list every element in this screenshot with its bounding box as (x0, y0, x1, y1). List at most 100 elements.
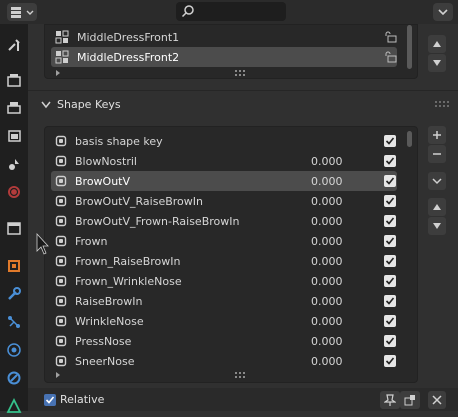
tab-object[interactable] (3, 255, 25, 277)
remove-shape-key-button[interactable] (428, 145, 446, 163)
check-icon (385, 137, 395, 145)
shape-key-icon (55, 235, 67, 247)
move-up-button[interactable] (428, 198, 446, 216)
tab-scene[interactable] (3, 153, 25, 175)
move-down-button[interactable] (428, 54, 446, 72)
shape-key-value[interactable]: 0.000 (311, 215, 343, 228)
check-icon (385, 197, 395, 205)
list-item[interactable]: MiddleDressFront1 (51, 27, 397, 47)
shape-key-value[interactable]: 0.000 (311, 255, 343, 268)
check-icon (385, 257, 395, 265)
shape-key-mute-checkbox[interactable] (384, 335, 396, 347)
tab-modifier[interactable] (3, 283, 25, 305)
tab-physics[interactable] (3, 339, 25, 361)
list-item[interactable]: Frown 0.000 (51, 231, 397, 251)
list-item[interactable]: Frown_WrinkleNose 0.000 (51, 271, 397, 291)
shape-key-mute-checkbox[interactable] (384, 155, 396, 167)
clear-shape-keys-button[interactable] (428, 391, 446, 409)
shape-key-mute-checkbox[interactable] (384, 295, 396, 307)
shape-key-value[interactable]: 0.000 (311, 175, 343, 188)
shape-key-value[interactable]: 0.000 (311, 295, 343, 308)
list-item[interactable]: BlowNostril 0.000 (51, 151, 397, 171)
shape-keys-panel-header[interactable]: Shape Keys (28, 93, 458, 117)
shape-key-value[interactable]: 0.000 (311, 355, 343, 368)
list-item[interactable]: PressNose 0.000 (51, 331, 397, 351)
vertex-group-name: MiddleDressFront2 (77, 50, 180, 64)
move-up-button[interactable] (428, 35, 446, 53)
tool-icon (8, 39, 20, 51)
shape-key-name: Frown_WrinkleNose (75, 274, 182, 288)
lock-icon[interactable] (383, 31, 397, 43)
list-item[interactable]: WrinkleNose 0.000 (51, 311, 397, 331)
expand-arrow-icon[interactable] (54, 69, 62, 77)
shape-key-name: SneerNose (75, 354, 135, 368)
shape-key-name: BrowOutV_RaiseBrowIn (75, 194, 203, 208)
shape-key-value[interactable]: 0.000 (311, 155, 343, 168)
shape-key-value[interactable]: 0.000 (311, 195, 343, 208)
options-dropdown[interactable] (433, 3, 453, 21)
editor-type-button[interactable] (7, 3, 37, 21)
shape-key-value[interactable]: 0.000 (311, 335, 343, 348)
check-icon (45, 396, 55, 404)
tab-data[interactable] (3, 395, 25, 417)
shape-key-mute-checkbox[interactable] (384, 355, 396, 367)
list-item[interactable]: Frown_RaiseBrowIn 0.000 (51, 251, 397, 271)
tab-world[interactable] (3, 181, 25, 203)
move-down-button[interactable] (428, 217, 446, 235)
list-item[interactable]: RaiseBrowIn 0.000 (51, 291, 397, 311)
shape-key-mute-checkbox[interactable] (384, 255, 396, 267)
triangle-up-icon (433, 41, 441, 47)
tab-tool[interactable] (3, 34, 25, 56)
list-item-active[interactable]: MiddleDressFront2 (51, 47, 397, 67)
object-icon (8, 260, 20, 272)
minus-icon (433, 153, 441, 155)
relative-checkbox[interactable] (44, 394, 56, 406)
scrollbar[interactable] (407, 131, 412, 147)
add-shape-key-button[interactable] (428, 126, 446, 144)
list-item-active[interactable]: BrowOutV 0.000 (51, 171, 397, 191)
vertex-group-icon (55, 30, 69, 44)
triangle-up-icon (433, 204, 441, 210)
data-icon (6, 398, 22, 413)
properties-editor-icon (11, 7, 34, 18)
search-input[interactable] (176, 2, 286, 21)
list-item[interactable]: BrowOutV_RaiseBrowIn 0.000 (51, 191, 397, 211)
edit-mode-button[interactable] (400, 391, 420, 409)
list-item[interactable]: SneerNose 0.000 (51, 351, 397, 371)
shape-key-mute-checkbox[interactable] (384, 275, 396, 287)
chevron-down-icon (438, 9, 448, 16)
shape-key-mute-checkbox[interactable] (384, 175, 396, 187)
modifier-icon (8, 287, 21, 300)
shape-key-mute-checkbox[interactable] (384, 235, 396, 247)
drag-handle-icon[interactable] (435, 101, 449, 107)
shape-key-value[interactable]: 0.000 (311, 235, 343, 248)
shape-keys-list[interactable]: basis shape key BlowNostril 0.000 BrowOutV 0… (44, 126, 418, 383)
resize-grip-icon[interactable] (235, 372, 247, 378)
shape-key-mute-checkbox[interactable] (384, 215, 396, 227)
list-item[interactable]: basis shape key (51, 131, 397, 151)
tab-view-layer[interactable] (3, 125, 25, 147)
shape-key-mute-checkbox[interactable] (384, 315, 396, 327)
tab-particles[interactable] (3, 311, 25, 333)
lock-icon[interactable] (383, 51, 397, 63)
divider (28, 90, 458, 91)
relative-label: Relative (60, 393, 105, 406)
shape-key-mute-checkbox[interactable] (384, 195, 396, 207)
shape-key-pin-button[interactable] (380, 391, 400, 409)
scrollbar[interactable] (407, 25, 412, 69)
resize-grip-icon[interactable] (235, 70, 247, 76)
tab-render[interactable] (3, 69, 25, 91)
tab-output[interactable] (3, 97, 25, 119)
tab-constraints[interactable] (3, 367, 25, 389)
vertex-group-name: MiddleDressFront1 (77, 30, 180, 44)
check-icon (385, 217, 395, 225)
shape-key-specials-button[interactable] (428, 172, 446, 190)
tab-collection[interactable] (3, 217, 25, 239)
list-item[interactable]: BrowOutV_Frown-RaiseBrowIn 0.000 (51, 211, 397, 231)
shape-key-mute-checkbox[interactable] (384, 135, 396, 147)
expand-arrow-icon[interactable] (54, 371, 62, 379)
output-icon (7, 102, 21, 114)
vertex-group-list[interactable]: MiddleDressFront1 MiddleDressFront2 (44, 24, 418, 79)
shape-key-value[interactable]: 0.000 (311, 315, 343, 328)
shape-key-value[interactable]: 0.000 (311, 275, 343, 288)
